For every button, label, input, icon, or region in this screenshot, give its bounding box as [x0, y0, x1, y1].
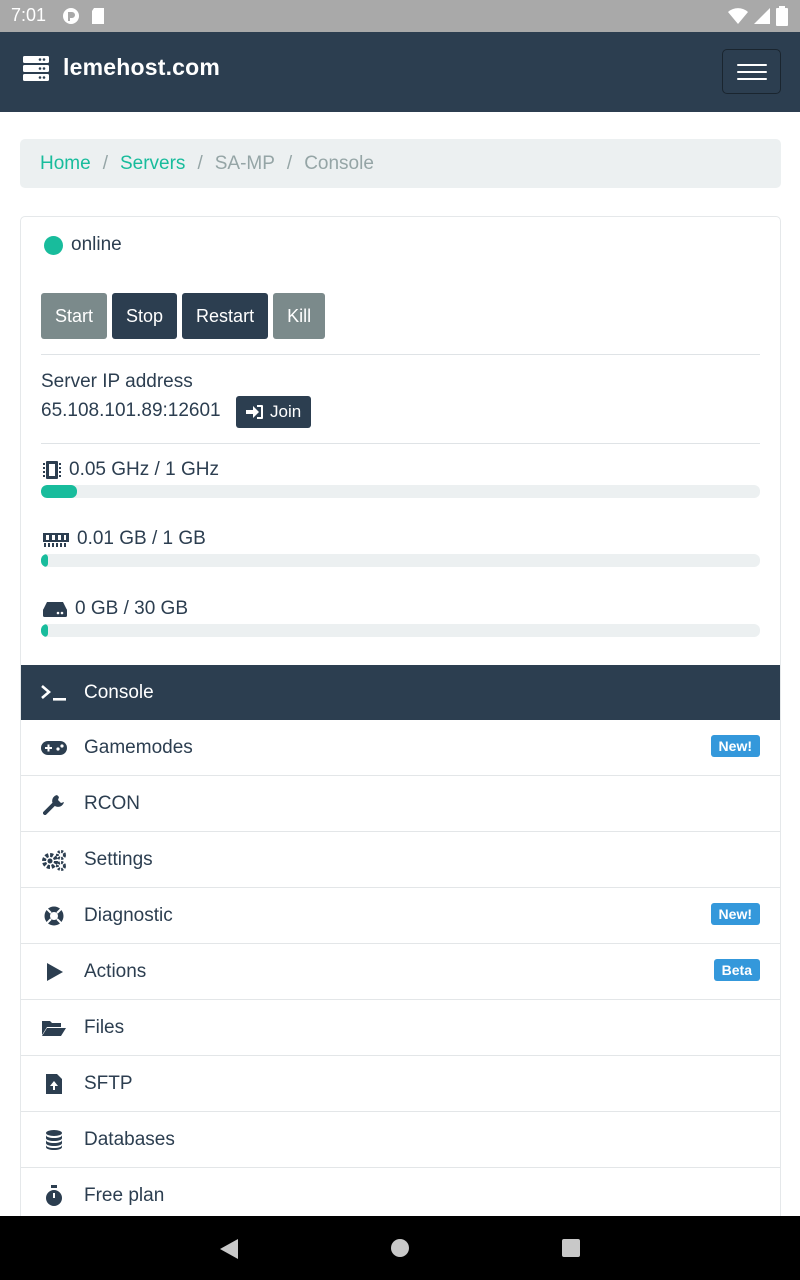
- breadcrumb: Home / Servers / SA-MP / Console: [20, 139, 781, 188]
- ip-label: Server IP address: [41, 371, 193, 392]
- system-status-bar: 7:01: [0, 0, 800, 32]
- brand-name: lemehost.com: [63, 54, 221, 80]
- system-navigation-bar: [0, 1216, 800, 1280]
- ram-progress-fill: [41, 554, 49, 567]
- wrench-icon: [41, 792, 67, 816]
- hdd-icon: [43, 602, 67, 617]
- menu-label: Databases: [84, 1128, 175, 1150]
- menu-item-actions[interactable]: Actions Beta: [21, 944, 780, 1000]
- wifi-icon: [728, 8, 748, 24]
- new-badge: New!: [710, 903, 760, 925]
- ram-label: 0.01 GB / 1 GB: [77, 528, 206, 549]
- breadcrumb-servers[interactable]: Servers: [120, 153, 185, 175]
- play-icon: [41, 960, 67, 984]
- menu-label: Actions: [84, 960, 147, 982]
- server-icon: [23, 55, 49, 81]
- app-notification-icon: [63, 8, 79, 24]
- menu-item-sftp[interactable]: SFTP: [21, 1056, 780, 1112]
- sign-in-icon: [246, 405, 263, 419]
- back-icon[interactable]: [219, 1238, 239, 1260]
- menu-item-files[interactable]: Files: [21, 1000, 780, 1056]
- signal-icon: [754, 8, 770, 24]
- life-ring-icon: [41, 904, 67, 928]
- status-time: 7:01: [11, 5, 47, 25]
- server-card: online Start Stop Restart Kill Server IP…: [20, 216, 781, 1236]
- divider: [41, 443, 760, 444]
- menu-label: Gamemodes: [84, 736, 193, 758]
- menu-label: Free plan: [84, 1184, 165, 1206]
- cpu-progress-bar: [41, 485, 760, 498]
- menu-label: Diagnostic: [84, 904, 173, 926]
- menu-label: Settings: [84, 848, 153, 870]
- status-text: online: [71, 234, 122, 255]
- top-navbar: lemehost.com: [0, 32, 800, 112]
- menu-toggle-button[interactable]: [722, 49, 781, 94]
- breadcrumb-current: Console: [304, 152, 374, 174]
- cpu-label: 0.05 GHz / 1 GHz: [69, 459, 219, 480]
- menu-label: Console: [84, 681, 154, 703]
- server-status: online: [44, 234, 122, 256]
- breadcrumb-game: SA-MP: [214, 152, 275, 174]
- brand-link[interactable]: lemehost.com: [23, 54, 220, 81]
- battery-icon: [776, 6, 788, 26]
- memory-icon: [43, 533, 69, 547]
- menu-item-databases[interactable]: Databases: [21, 1112, 780, 1168]
- join-label: Join: [270, 402, 302, 421]
- stopwatch-icon: [41, 1184, 67, 1208]
- menu-item-console[interactable]: Console: [21, 665, 780, 720]
- home-icon[interactable]: [390, 1238, 410, 1258]
- gamepad-icon: [41, 736, 67, 760]
- server-menu: Console Gamemodes New! RCON Settings Dia…: [21, 665, 780, 1224]
- divider: [41, 354, 760, 355]
- folder-open-icon: [41, 1016, 67, 1040]
- ram-progress-bar: [41, 554, 760, 567]
- disk-progress-bar: [41, 624, 760, 637]
- menu-label: SFTP: [84, 1072, 133, 1094]
- menu-label: Files: [84, 1016, 125, 1038]
- menu-item-gamemodes[interactable]: Gamemodes New!: [21, 720, 780, 776]
- ram-usage: 0.01 GB / 1 GB: [43, 528, 206, 550]
- kill-button[interactable]: Kill: [273, 293, 326, 339]
- terminal-icon: [41, 681, 67, 705]
- new-badge: New!: [710, 735, 760, 757]
- status-dot-icon: [44, 235, 63, 255]
- microchip-icon: [43, 461, 61, 479]
- ip-value: 65.108.101.89:12601: [41, 400, 221, 421]
- disk-label: 0 GB / 30 GB: [75, 598, 188, 619]
- hamburger-icon: [737, 64, 767, 66]
- disk-usage: 0 GB / 30 GB: [43, 598, 188, 620]
- beta-badge: Beta: [713, 959, 760, 981]
- cpu-progress-fill: [41, 485, 77, 498]
- recents-icon[interactable]: [561, 1238, 581, 1258]
- menu-item-settings[interactable]: Settings: [21, 832, 780, 888]
- breadcrumb-home[interactable]: Home: [40, 153, 91, 175]
- sd-card-icon: [92, 8, 104, 24]
- cpu-usage: 0.05 GHz / 1 GHz: [43, 459, 219, 481]
- menu-item-diagnostic[interactable]: Diagnostic New!: [21, 888, 780, 944]
- stop-button[interactable]: Stop: [112, 293, 178, 339]
- file-upload-icon: [41, 1072, 67, 1096]
- join-button[interactable]: Join: [236, 396, 312, 428]
- menu-label: RCON: [84, 792, 140, 814]
- start-button[interactable]: Start: [41, 293, 108, 339]
- disk-progress-fill: [41, 624, 49, 637]
- database-icon: [41, 1128, 67, 1152]
- power-buttons: Start Stop Restart Kill: [41, 293, 326, 339]
- restart-button[interactable]: Restart: [182, 293, 269, 339]
- cogs-icon: [41, 848, 67, 872]
- menu-item-rcon[interactable]: RCON: [21, 776, 780, 832]
